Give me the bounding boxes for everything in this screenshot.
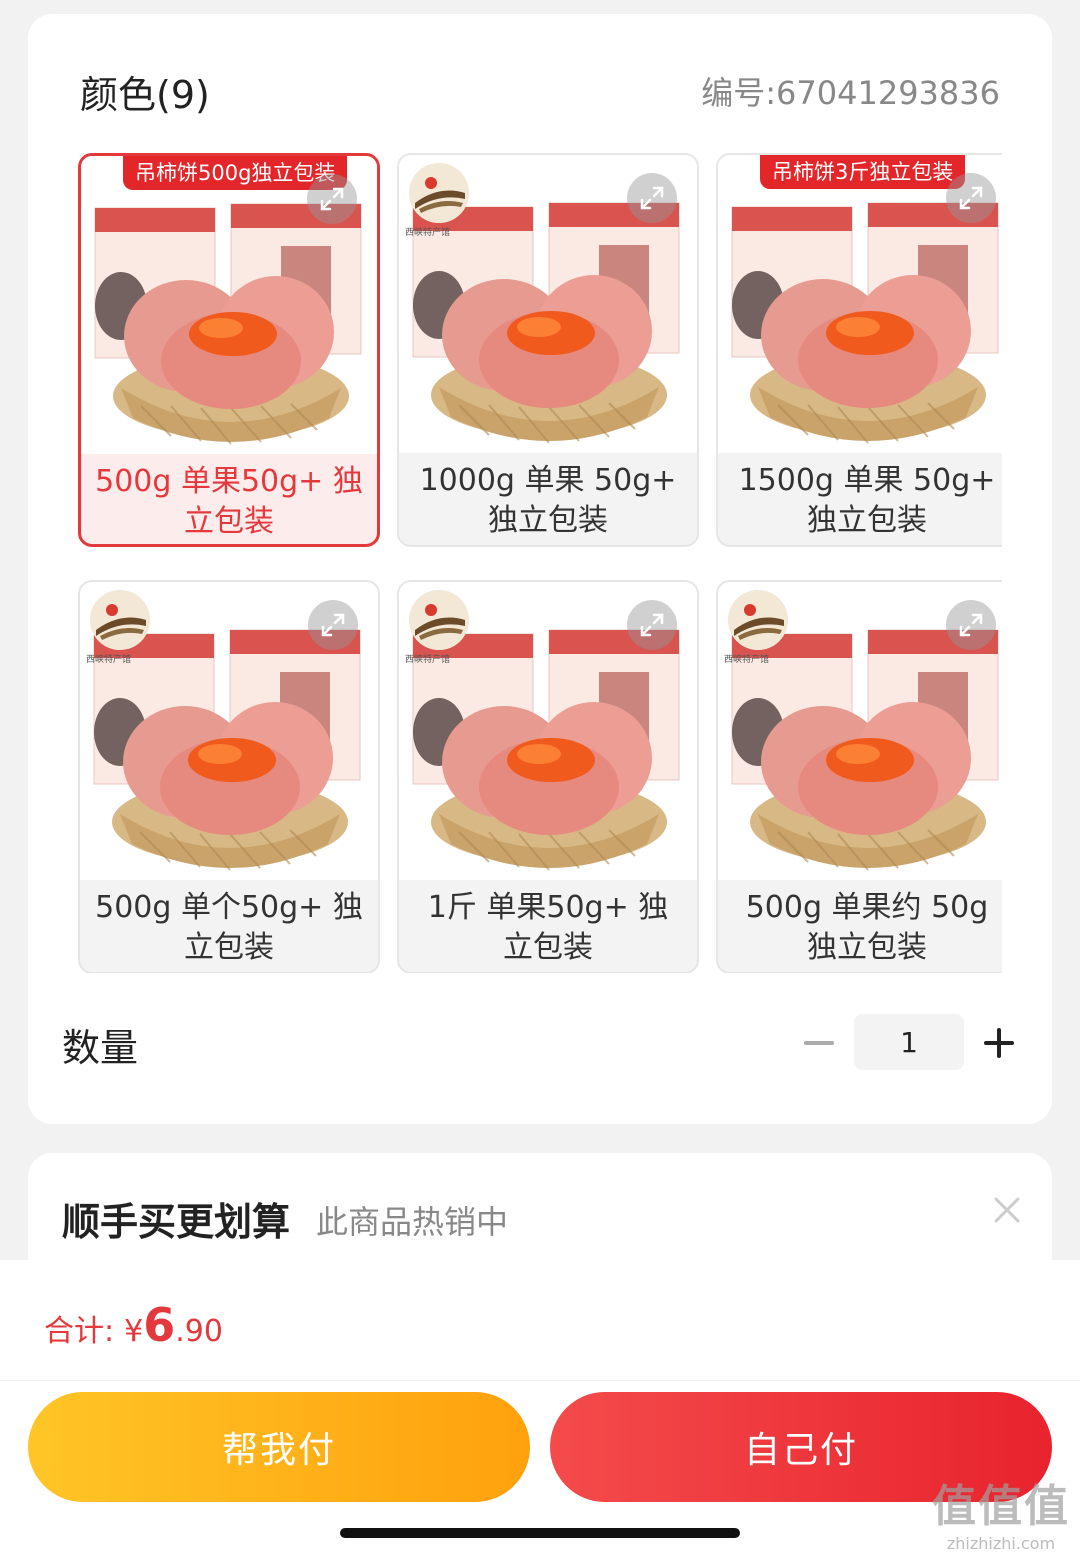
plus-icon[interactable] [982, 1026, 1016, 1060]
sku-image: 吊柿饼3斤独立包装 [718, 155, 1002, 453]
brand-text: 西峡特产馆 [86, 655, 132, 665]
sku-label: 1500g 单果 50g+ 独立包装 [738, 463, 996, 538]
sku-option[interactable]: 吊柿饼3斤独立包装 1500g 单果 50g+ 独立包装 [716, 153, 1002, 547]
sku-image: 西峡特产馆 [80, 582, 378, 880]
minus-icon[interactable] [802, 1026, 836, 1060]
checkout-footer: 合计: ¥ 6 .90 帮我付 自己付 值值值 zhizhizhi.com [0, 1260, 1080, 1557]
close-icon[interactable] [992, 1195, 1022, 1225]
brand-text: 西峡特产馆 [724, 655, 770, 665]
divider [0, 1380, 1080, 1381]
total-label: 合计: [44, 1314, 115, 1349]
color-section-title: 颜色(9) [80, 73, 210, 117]
help-pay-button[interactable]: 帮我付 [28, 1392, 530, 1502]
sku-banner: 吊柿饼3斤独立包装 [760, 155, 966, 189]
sku-label: 500g 单果约 50g 独立包装 [745, 890, 989, 965]
sku-option[interactable]: 西峡特产馆 1000g 单果 50g+ 独立包装 [397, 153, 699, 547]
product-code: 编号:67041293836 [701, 74, 1000, 112]
watermark-logo: 值值值 [932, 1481, 1070, 1532]
spec-card: 颜色(9) 编号:67041293836 吊柿饼500g独立包装 500g 单果5… [28, 14, 1052, 1124]
brand-logo [409, 163, 469, 223]
sku-grid: 吊柿饼500g独立包装 500g 单果50g+ 独立包装 西峡特产馆 1000g 单… [78, 153, 1002, 973]
brand-text: 西峡特产馆 [405, 228, 451, 238]
brand-text: 西峡特产馆 [405, 655, 451, 665]
sku-label: 1000g 单果 50g+ 独立包装 [419, 463, 677, 538]
sku-image: 西峡特产馆 [718, 582, 1002, 880]
watermark: 值值值 zhizhizhi.com [932, 1470, 1070, 1553]
price-decimal: .90 [175, 1314, 223, 1349]
bundle-subtitle: 此商品热销中 [316, 1203, 509, 1241]
currency-symbol: ¥ [124, 1314, 144, 1349]
brand-logo [90, 590, 150, 650]
expand-icon[interactable] [627, 173, 677, 223]
expand-icon[interactable] [308, 600, 358, 650]
sku-image: 吊柿饼500g独立包装 [81, 156, 377, 454]
brand-logo [728, 590, 788, 650]
total-price: 合计: ¥ 6 .90 [44, 1298, 223, 1352]
sku-label: 1斤 单果50g+ 独立包装 [427, 890, 669, 965]
sku-option[interactable]: 西峡特产馆 500g 单个50g+ 独立包装 [78, 580, 380, 973]
sku-label: 500g 单果50g+ 独立包装 [95, 464, 363, 539]
sku-label: 500g 单个50g+ 独立包装 [95, 890, 363, 965]
bundle-title: 顺手买更划算 [62, 1200, 291, 1244]
home-indicator[interactable] [340, 1528, 740, 1538]
watermark-url: zhizhizhi.com [946, 1534, 1056, 1553]
expand-icon[interactable] [627, 600, 677, 650]
expand-icon[interactable] [946, 173, 996, 223]
sku-option[interactable]: 西峡特产馆 1斤 单果50g+ 独立包装 [397, 580, 699, 973]
quantity-input[interactable]: 1 [854, 1014, 964, 1070]
sku-option[interactable]: 吊柿饼500g独立包装 500g 单果50g+ 独立包装 [78, 153, 380, 547]
price-integer: 6 [143, 1298, 176, 1352]
brand-logo [409, 590, 469, 650]
quantity-label: 数量 [62, 1026, 139, 1070]
expand-icon[interactable] [946, 600, 996, 650]
sku-option[interactable]: 西峡特产馆 500g 单果约 50g 独立包装 [716, 580, 1002, 973]
expand-icon[interactable] [307, 174, 357, 224]
sku-image: 西峡特产馆 [399, 155, 697, 453]
sku-image: 西峡特产馆 [399, 582, 697, 880]
